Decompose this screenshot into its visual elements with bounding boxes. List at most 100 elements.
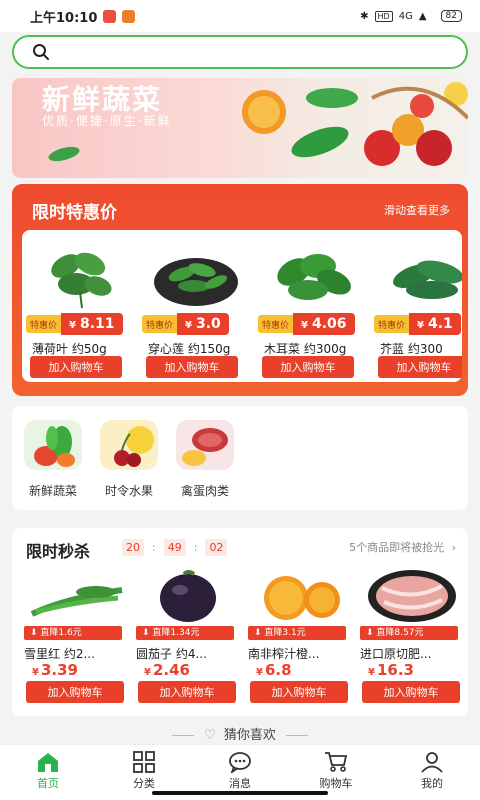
- offer-price: ¥8.11: [61, 313, 123, 335]
- currency-symbol: ¥: [256, 667, 263, 678]
- price-drop-text: 直降1.6元: [40, 628, 82, 638]
- flash-item-card[interactable]: ⬇ 直降1.6元 雪里红 约2... ¥3.39 加入购物车: [24, 566, 132, 712]
- offer-price-value: 3.0: [195, 316, 221, 332]
- cart-icon: [325, 752, 348, 772]
- category-grid: 新鲜蔬菜 时令水果 禽蛋肉类: [12, 406, 468, 510]
- category-label: 时令水果: [104, 484, 153, 498]
- price-drop-text: 直降3.1元: [264, 628, 306, 638]
- special-offers-section: 限时特惠价 滑动查看更多 特惠价 ¥8.11 薄荷叶 约50g 加入购物车 特惠…: [12, 184, 468, 396]
- offer-price-value: 4.06: [311, 316, 347, 332]
- price-drop-tag: ⬇ 直降1.34元: [136, 626, 234, 640]
- add-to-cart-button[interactable]: 加入购物车: [30, 356, 122, 378]
- flash-item-name: 圆茄子 约4...: [136, 647, 207, 661]
- timer-separator: :: [193, 541, 198, 554]
- price-tag-label: 特惠价: [374, 315, 410, 333]
- flash-item-name: 进口原切肥...: [360, 647, 432, 661]
- orange-image: [264, 576, 340, 620]
- flash-item-price-value: 6.8: [264, 661, 292, 679]
- add-to-cart-button[interactable]: 加入购物车: [378, 356, 462, 378]
- bluetooth-icon: ✱: [360, 10, 369, 22]
- flash-item-price: ¥6.8: [256, 661, 292, 679]
- search-bar[interactable]: [12, 35, 468, 69]
- tab-profile[interactable]: 我的: [384, 745, 480, 800]
- flash-sale-more-link[interactable]: 5个商品即将被抢光 ›: [349, 539, 456, 555]
- potherb-mustard-image: [30, 586, 123, 617]
- price-drop-tag: ⬇ 直降1.6元: [24, 626, 122, 640]
- kale-image: [393, 260, 462, 299]
- price-tag-label: 特惠价: [142, 315, 178, 333]
- offer-card[interactable]: 特惠价 ¥4.1 芥蓝 约300 加入购物车: [370, 230, 462, 382]
- network-label: 4G: [398, 10, 413, 22]
- category-label: 新鲜蔬菜: [28, 484, 77, 498]
- flash-item-price: ¥2.46: [144, 661, 190, 679]
- notification-icon: [122, 9, 136, 23]
- currency-symbol: ¥: [144, 667, 151, 678]
- add-to-cart-button[interactable]: 加入购物车: [250, 681, 348, 703]
- countdown-timer: 20 : 49 : 02: [122, 539, 228, 556]
- offer-price-value: 8.11: [79, 316, 115, 332]
- vegetables-icon: [24, 420, 82, 470]
- search-input[interactable]: [60, 38, 466, 66]
- currency-symbol: ¥: [32, 667, 39, 678]
- offer-name: 芥蓝 约300: [380, 342, 443, 356]
- price-drop-text: 直降1.34元: [152, 628, 200, 638]
- status-bar: 上午10:10 ✱ HD 4G ▲ 82: [0, 0, 480, 32]
- flash-item-price-value: 2.46: [152, 661, 190, 679]
- flash-item-price-value: 3.39: [40, 661, 78, 679]
- currency-symbol: ¥: [417, 320, 424, 331]
- currency-symbol: ¥: [69, 320, 76, 331]
- status-icons: ✱ HD 4G ▲ 82: [360, 10, 462, 22]
- scroll-more-link[interactable]: 滑动查看更多: [384, 202, 450, 218]
- offer-price: ¥4.06: [293, 313, 355, 335]
- down-arrow-icon: ⬇: [366, 628, 377, 638]
- timer-seconds: 02: [205, 539, 228, 556]
- price-tag: 特惠价 ¥3.0: [142, 313, 229, 335]
- price-tag: 特惠价 ¥4.06: [258, 313, 355, 335]
- tab-home[interactable]: 首页: [0, 745, 96, 800]
- timer-hours: 20: [122, 539, 144, 556]
- special-offers-list[interactable]: 特惠价 ¥8.11 薄荷叶 约50g 加入购物车 特惠价 ¥3.0 穿心莲 约1…: [22, 230, 462, 382]
- fruit-icon: [100, 420, 158, 470]
- currency-symbol: ¥: [301, 320, 308, 331]
- offer-card[interactable]: 特惠价 ¥3.0 穿心莲 约150g 加入购物车: [138, 230, 252, 382]
- flash-sale-note: 5个商品即将被抢光: [349, 541, 445, 554]
- category-fruit[interactable]: 时令水果: [94, 420, 164, 499]
- flash-item-card[interactable]: ⬇ 直降3.1元 南非榨汁橙... ¥6.8 加入购物车: [248, 566, 356, 712]
- category-meat[interactable]: 禽蛋肉类: [170, 420, 240, 499]
- category-icon: [133, 751, 155, 773]
- produce-illustration: [242, 82, 468, 166]
- flash-item-name: 雪里红 约2...: [24, 647, 95, 661]
- price-tag: 特惠价 ¥8.11: [26, 313, 123, 335]
- add-to-cart-button[interactable]: 加入购物车: [262, 356, 354, 378]
- flash-item-price: ¥3.39: [32, 661, 78, 679]
- promo-banner[interactable]: 新鲜蔬菜 优质·便捷·原生·新鲜: [12, 78, 468, 178]
- down-arrow-icon: ⬇: [142, 628, 153, 638]
- flash-item-price: ¥16.3: [368, 661, 414, 679]
- tab-label: 购物车: [319, 777, 353, 790]
- add-to-cart-button[interactable]: 加入购物车: [26, 681, 124, 703]
- offer-card[interactable]: 特惠价 ¥4.06 木耳菜 约300g 加入购物车: [254, 230, 368, 382]
- hd-icon: HD: [374, 10, 393, 22]
- offer-card[interactable]: 特惠价 ¥8.11 薄荷叶 约50g 加入购物车: [22, 230, 136, 382]
- tab-label: 首页: [37, 777, 59, 790]
- flash-item-card[interactable]: ⬇ 直降1.34元 圆茄子 约4... ¥2.46 加入购物车: [136, 566, 244, 712]
- add-to-cart-button[interactable]: 加入购物车: [362, 681, 460, 703]
- chevron-right-icon: ›: [451, 541, 456, 554]
- offer-name: 穿心莲 约150g: [148, 342, 231, 356]
- price-drop-text: 直降8.57元: [376, 628, 424, 638]
- add-to-cart-button[interactable]: 加入购物车: [146, 356, 238, 378]
- price-drop-tag: ⬇ 直降3.1元: [248, 626, 346, 640]
- notification-icon: [103, 9, 117, 23]
- flash-item-price-value: 16.3: [376, 661, 414, 679]
- status-time: 上午10:10: [30, 10, 98, 26]
- price-tag-label: 特惠价: [258, 315, 294, 333]
- add-to-cart-button[interactable]: 加入购物车: [138, 681, 236, 703]
- banner-subtitle: 优质·便捷·原生·新鲜: [42, 114, 172, 128]
- down-arrow-icon: ⬇: [30, 628, 41, 638]
- offer-price: ¥3.0: [177, 313, 229, 335]
- category-vegetables[interactable]: 新鲜蔬菜: [18, 420, 88, 499]
- special-offers-title: 限时特惠价: [32, 203, 117, 223]
- flash-item-card[interactable]: ⬇ 直降8.57元 进口原切肥... ¥16.3 加入购物车: [360, 566, 468, 712]
- tab-label: 我的: [421, 777, 443, 790]
- recommendations-header: ♡ 猜你喜欢: [0, 724, 480, 746]
